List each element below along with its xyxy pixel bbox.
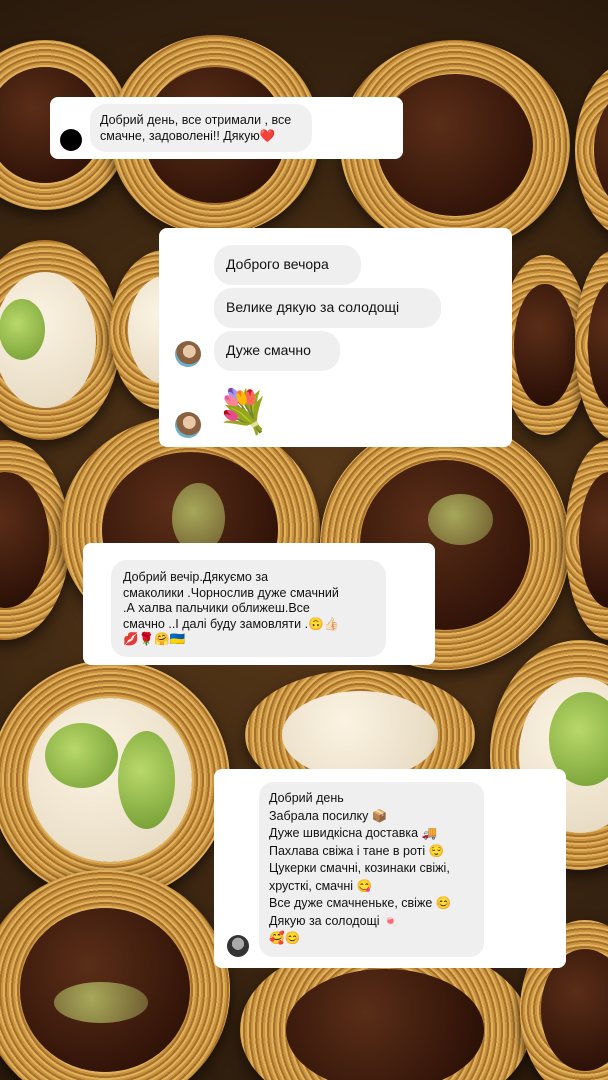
message-bubble: Велике дякую за солодощі: [214, 288, 441, 328]
review-card-4: Добрий день Забрала посилку 📦 Дуже швидк…: [214, 769, 566, 968]
message-text: Доброго вечора: [226, 256, 329, 272]
avatar: [227, 935, 249, 957]
avatar: [60, 129, 82, 151]
pastry: [575, 60, 608, 240]
message-text: Дуже смачно: [226, 342, 311, 358]
message-bubble: Добрий день Забрала посилку 📦 Дуже швидк…: [259, 782, 484, 957]
message-text: Добрий вечір.Дякуємо за смаколики .Чорно…: [123, 570, 340, 646]
pastry: [0, 660, 230, 900]
pastry: [0, 870, 230, 1080]
pastry: [575, 250, 608, 440]
review-card-3: Добрий вечір.Дякуємо за смаколики .Чорно…: [83, 543, 435, 665]
message-bubble: Добрий день, все отримали , все смачне, …: [90, 104, 312, 152]
review-card-2: Доброго вечора Велике дякую за солодощі …: [159, 228, 512, 447]
pastry: [0, 240, 120, 440]
pastry: [565, 440, 608, 640]
flowers-emoji: 💐: [217, 388, 270, 435]
message-text: Велике дякую за солодощі: [226, 299, 400, 315]
review-card-1: Добрий день, все отримали , все смачне, …: [50, 97, 403, 159]
avatar: [175, 341, 201, 367]
message-text: Добрий день, все отримали , все смачне, …: [100, 113, 292, 143]
message-bubble: Доброго вечора: [214, 245, 361, 285]
message-bubble: Дуже смачно: [214, 331, 340, 371]
avatar: [175, 412, 201, 438]
message-bubble: Добрий вечір.Дякуємо за смаколики .Чорно…: [111, 560, 386, 657]
message-text: Добрий день Забрала посилку 📦 Дуже швидк…: [269, 791, 452, 945]
